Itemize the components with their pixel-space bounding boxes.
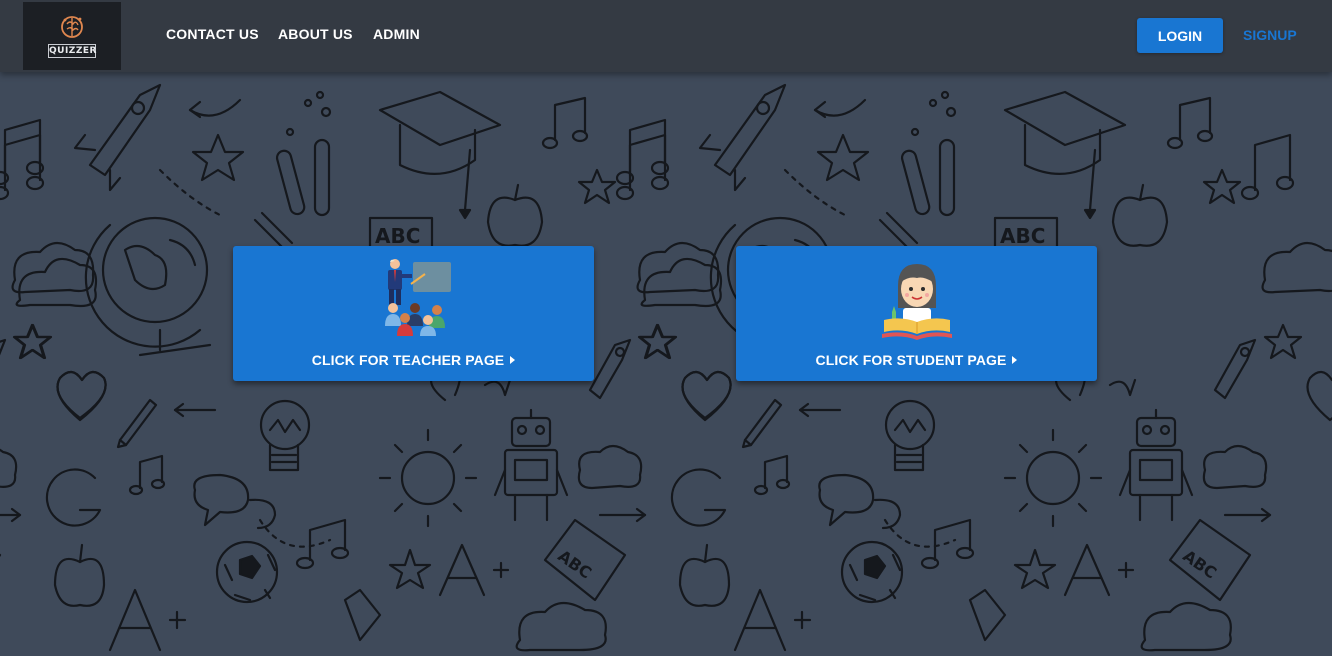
teacher-classroom-icon <box>385 259 451 336</box>
play-arrow-icon <box>510 356 516 364</box>
teacher-page-label: CLICK FOR TEACHER PAGE <box>233 352 594 368</box>
nav-contact-us[interactable]: CONTACT US <box>166 26 259 42</box>
teacher-page-card[interactable]: CLICK FOR TEACHER PAGE <box>233 246 594 381</box>
signup-link[interactable]: SIGNUP <box>1243 27 1297 43</box>
student-page-text: CLICK FOR STUDENT PAGE <box>815 352 1007 368</box>
student-page-label: CLICK FOR STUDENT PAGE <box>736 352 1097 368</box>
svg-text:ABC: ABC <box>375 224 420 248</box>
login-button[interactable]: LOGIN <box>1137 18 1223 53</box>
play-arrow-icon <box>1012 356 1018 364</box>
brand-name: QUIZZER <box>48 44 97 58</box>
teacher-page-text: CLICK FOR TEACHER PAGE <box>311 352 505 368</box>
nav-about-us[interactable]: ABOUT US <box>278 26 353 42</box>
doodle-background: ABC ABC <box>0 83 1332 652</box>
top-navbar: QUIZZER CONTACT US ABOUT US ADMIN LOGIN … <box>0 0 1332 72</box>
brand-logo[interactable]: QUIZZER <box>23 2 121 70</box>
student-page-card[interactable]: CLICK FOR STUDENT PAGE <box>736 246 1097 381</box>
student-reading-icon <box>882 264 952 340</box>
brain-icon <box>61 16 83 38</box>
nav-admin[interactable]: ADMIN <box>373 26 420 42</box>
svg-text:ABC: ABC <box>554 546 595 582</box>
